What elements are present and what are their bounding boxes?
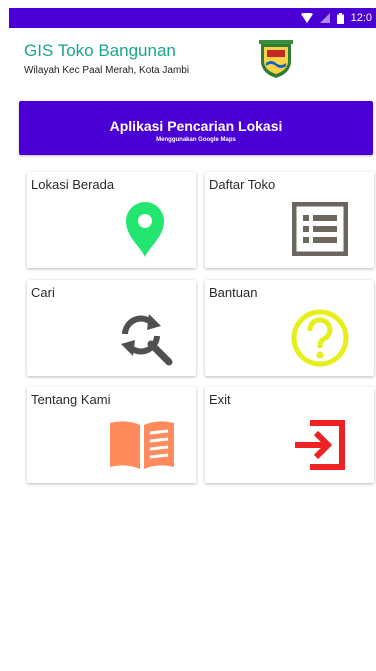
- help-circle-icon: [290, 308, 350, 373]
- open-book-icon: [108, 419, 176, 476]
- menu-card-label: Exit: [209, 392, 231, 407]
- menu-card-daftar-toko[interactable]: Daftar Toko: [205, 172, 374, 268]
- menu-card-cari[interactable]: Cari: [27, 280, 196, 376]
- banner-title: Aplikasi Pencarian Lokasi: [109, 118, 283, 134]
- banner-subtitle: Menggunakan Google Maps: [156, 137, 236, 143]
- exit-icon: [292, 417, 348, 478]
- search-refresh-icon: [117, 310, 173, 371]
- menu-card-label: Daftar Toko: [209, 177, 276, 192]
- list-icon: [291, 201, 349, 261]
- menu-card-label: Tentang Kami: [31, 392, 111, 407]
- menu-card-label: Bantuan: [209, 285, 258, 300]
- jambi-emblem-logo: [258, 39, 294, 79]
- menu-card-bantuan[interactable]: Bantuan: [205, 280, 374, 376]
- wifi-icon: [300, 13, 313, 23]
- app-subtitle: Wilayah Kec Paal Merah, Kota Jambi: [24, 65, 190, 76]
- status-bar: 12:0: [9, 8, 376, 28]
- clock-text: 12:0: [350, 12, 372, 24]
- app-header: GIS Toko Bangunan Wilayah Kec Paal Merah…: [24, 39, 354, 91]
- location-pin-icon: [122, 200, 168, 263]
- app-title: GIS Toko Bangunan: [24, 41, 176, 60]
- menu-card-lokasi-berada[interactable]: Lokasi Berada: [27, 172, 196, 268]
- battery-icon: [336, 12, 344, 24]
- menu-card-label: Cari: [31, 285, 55, 300]
- menu-card-label: Lokasi Berada: [31, 177, 115, 192]
- app-banner: Aplikasi Pencarian Lokasi Menggunakan Go…: [19, 101, 373, 155]
- menu-card-tentang-kami[interactable]: Tentang Kami: [27, 387, 196, 483]
- menu-card-exit[interactable]: Exit: [205, 387, 374, 483]
- signal-icon: [319, 13, 330, 23]
